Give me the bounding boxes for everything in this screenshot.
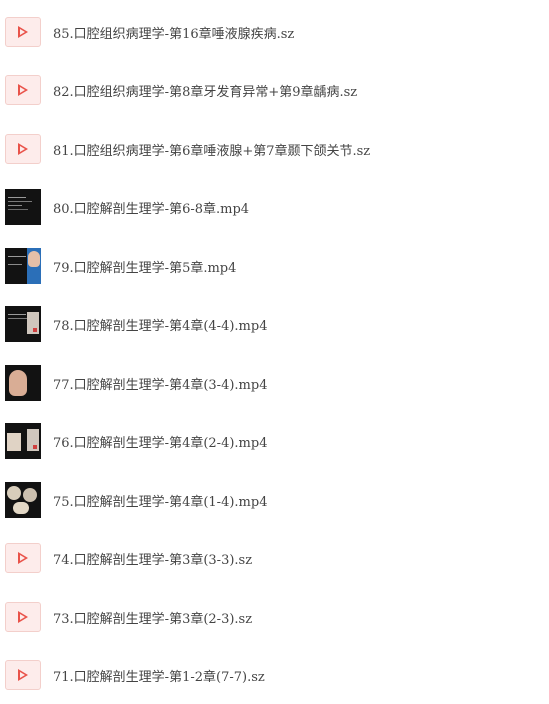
video-thumbnail bbox=[5, 306, 41, 342]
file-name: 78.口腔解剖生理学-第4章(4-4).mp4 bbox=[53, 318, 268, 334]
file-row-75[interactable]: 75.口腔解剖生理学-第4章(1-4).mp4 bbox=[0, 471, 549, 529]
video-thumbnail bbox=[5, 248, 41, 284]
file-name: 71.口腔解剖生理学-第1-2章(7-7).sz bbox=[53, 669, 265, 685]
video-thumbnail bbox=[5, 482, 41, 518]
file-name: 73.口腔解剖生理学-第3章(2-3).sz bbox=[53, 611, 253, 627]
file-row-73[interactable]: 73.口腔解剖生理学-第3章(2-3).sz bbox=[0, 588, 549, 646]
file-name: 85.口腔组织病理学-第16章唾液腺疾病.sz bbox=[53, 26, 295, 42]
file-list: 85.口腔组织病理学-第16章唾液腺疾病.sz 82.口腔组织病理学-第8章牙发… bbox=[0, 0, 549, 704]
file-name: 76.口腔解剖生理学-第4章(2-4).mp4 bbox=[53, 435, 268, 451]
file-name: 81.口腔组织病理学-第6章唾液腺+第7章颞下颌关节.sz bbox=[53, 143, 371, 159]
file-row-74[interactable]: 74.口腔解剖生理学-第3章(3-3).sz bbox=[0, 529, 549, 587]
video-thumbnail bbox=[5, 189, 41, 225]
file-name: 80.口腔解剖生理学-第6-8章.mp4 bbox=[53, 201, 250, 217]
sz-play-icon bbox=[5, 134, 41, 164]
file-row-76[interactable]: 76.口腔解剖生理学-第4章(2-4).mp4 bbox=[0, 412, 549, 470]
file-name: 79.口腔解剖生理学-第5章.mp4 bbox=[53, 260, 237, 276]
file-row-71[interactable]: 71.口腔解剖生理学-第1-2章(7-7).sz bbox=[0, 646, 549, 704]
sz-play-icon bbox=[5, 17, 41, 47]
sz-play-icon bbox=[5, 602, 41, 632]
file-name: 75.口腔解剖生理学-第4章(1-4).mp4 bbox=[53, 494, 268, 510]
sz-play-icon bbox=[5, 75, 41, 105]
video-thumbnail bbox=[5, 423, 41, 459]
video-thumbnail bbox=[5, 365, 41, 401]
sz-play-icon bbox=[5, 660, 41, 690]
file-row-78[interactable]: 78.口腔解剖生理学-第4章(4-4).mp4 bbox=[0, 295, 549, 353]
file-row-85[interactable]: 85.口腔组织病理学-第16章唾液腺疾病.sz bbox=[0, 3, 549, 61]
file-row-81[interactable]: 81.口腔组织病理学-第6章唾液腺+第7章颞下颌关节.sz bbox=[0, 120, 549, 178]
file-row-77[interactable]: 77.口腔解剖生理学-第4章(3-4).mp4 bbox=[0, 354, 549, 412]
file-name: 82.口腔组织病理学-第8章牙发育异常+第9章龋病.sz bbox=[53, 84, 358, 100]
file-row-82[interactable]: 82.口腔组织病理学-第8章牙发育异常+第9章龋病.sz bbox=[0, 61, 549, 119]
file-row-79[interactable]: 79.口腔解剖生理学-第5章.mp4 bbox=[0, 237, 549, 295]
file-name: 74.口腔解剖生理学-第3章(3-3).sz bbox=[53, 552, 253, 568]
file-row-80[interactable]: 80.口腔解剖生理学-第6-8章.mp4 bbox=[0, 178, 549, 236]
file-name: 77.口腔解剖生理学-第4章(3-4).mp4 bbox=[53, 377, 268, 393]
sz-play-icon bbox=[5, 543, 41, 573]
